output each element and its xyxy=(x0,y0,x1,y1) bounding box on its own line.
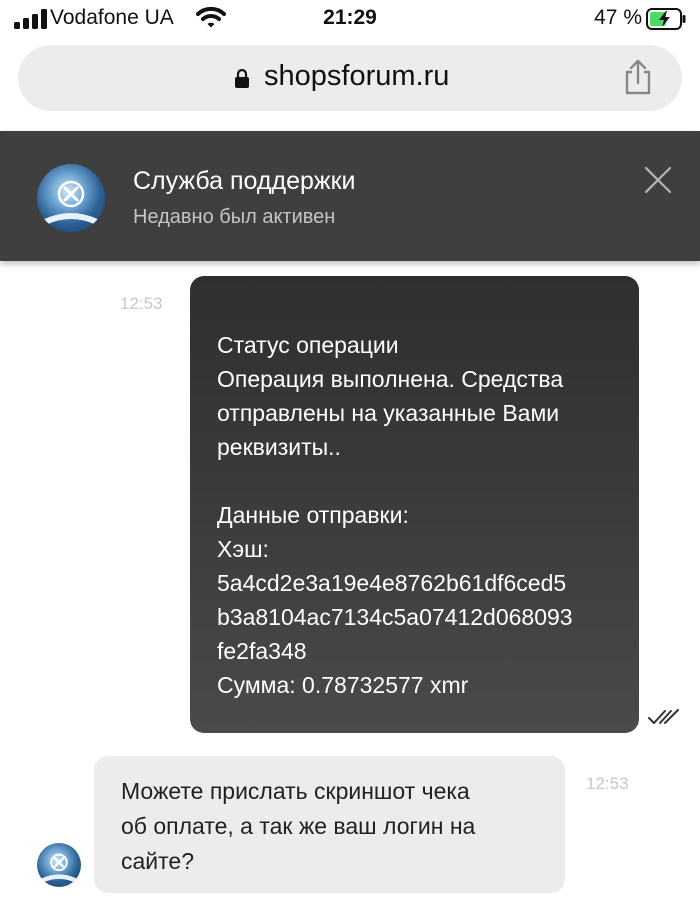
support-tools-icon xyxy=(41,853,77,883)
avatar xyxy=(37,843,81,887)
message-bubble-outgoing: Статус операции Операция выполнена. Сред… xyxy=(190,276,639,733)
avatar xyxy=(37,164,105,232)
chat-status: Недавно был активен xyxy=(133,206,336,228)
support-tools-icon xyxy=(43,180,99,225)
chat-title: Служба поддержки xyxy=(133,167,356,195)
message-bubble-incoming: Можете прислать скриншот чека об оплате,… xyxy=(94,756,565,893)
message-text: Можете прислать скриншот чека об оплате,… xyxy=(121,778,476,874)
address-bar[interactable]: shopsforum.ru xyxy=(18,45,682,111)
chat-header: Служба поддержки Недавно был активен xyxy=(0,131,700,261)
battery-icon xyxy=(646,8,686,30)
double-check-icon xyxy=(648,709,679,724)
message-text: Статус операции Операция выполнена. Сред… xyxy=(217,332,573,698)
share-icon[interactable] xyxy=(622,59,654,95)
message-time: 12:53 xyxy=(120,294,163,313)
lock-icon xyxy=(235,68,249,88)
message-time: 12:53 xyxy=(586,774,629,793)
url-text: shopsforum.ru xyxy=(264,60,450,92)
close-icon[interactable] xyxy=(644,166,672,194)
status-bar: Vodafone UA 21:29 47 % xyxy=(0,0,700,40)
battery-percentage: 47 % xyxy=(594,6,642,29)
